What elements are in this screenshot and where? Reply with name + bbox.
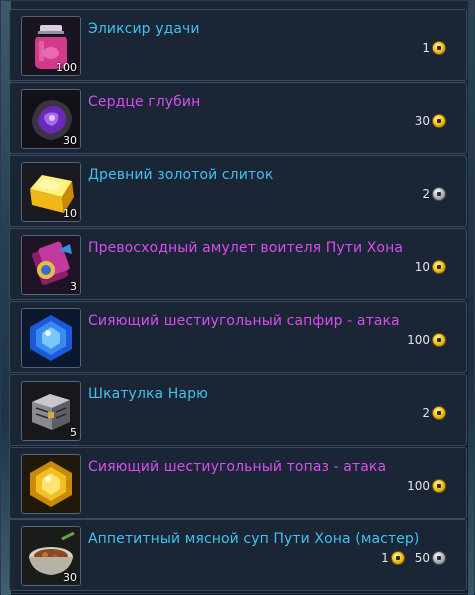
item-count-badge: 30 [63,134,77,147]
item-name: Эликсир удачи [88,21,200,37]
item-price: 1 50 [381,550,446,566]
item-price: 30 [415,113,446,129]
price-amount: 100 [407,333,430,347]
shop-item-heart-of-depths[interactable]: 30 Сердце глубин 30 [9,82,467,154]
item-count-badge: 30 [63,571,77,584]
item-price: 2 [422,186,446,202]
shop-item-meat-soup[interactable]: 30 Аппетитный мясной суп Пути Хона (маст… [9,519,467,591]
gold-coin-icon [432,479,446,493]
item-count-badge: 10 [63,207,77,220]
price-amount-silver: 50 [414,551,430,565]
silver-coin-icon [432,551,446,565]
item-name: Сердце глубин [88,94,201,110]
item-count-badge: 3 [70,280,77,293]
item-name: Превосходный амулет воителя Пути Хона [88,240,404,256]
amulet-icon[interactable]: 3 [21,235,81,295]
shop-item-elixir-of-luck[interactable]: 100 Эликсир удачи 1 [9,9,467,81]
gold-coin-icon [390,551,405,565]
potion-jar-icon[interactable]: 100 [21,16,81,76]
shop-item-radiant-topaz[interactable]: Сияющий шестиугольный топаз - атака 100 [9,447,467,519]
purple-gem-heart-icon[interactable]: 30 [21,89,81,149]
sapphire-icon[interactable] [21,308,81,368]
gold-coin-icon [432,406,446,420]
item-price: 10 [415,259,446,275]
shop-item-naryu-box[interactable]: 5 Шкатулка Нарю 2 [9,374,467,446]
item-price: 1 [422,40,446,56]
gold-coin-icon [432,333,446,347]
item-name: Шкатулка Нарю [88,386,208,402]
item-price: 100 [407,332,446,348]
shop-item-warrior-amulet[interactable]: 3 Превосходный амулет воителя Пути Хона … [9,228,467,300]
price-amount: 30 [414,114,430,128]
shop-item-ancient-gold-ingot[interactable]: 10 Древний золотой слиток 2 [9,155,467,227]
shop-item-list-panel: 100 Эликсир удачи 1 30 Сердце глубин 30 [0,0,475,595]
item-name: Аппетитный мясной суп Пути Хона (мастер) [88,531,420,547]
item-price: 100 [407,478,446,494]
topaz-icon[interactable] [21,454,81,514]
shop-item-radiant-sapphire[interactable]: Сияющий шестиугольный сапфир - атака 100 [9,301,467,373]
item-name: Сияющий шестиугольный сапфир - атака [88,313,400,329]
price-amount: 2 [422,406,430,420]
price-amount: 10 [414,260,430,274]
gold-coin-icon [432,41,446,55]
price-amount-gold: 1 [381,551,389,565]
item-count-badge: 100 [56,61,77,74]
item-price: 2 [422,405,446,421]
gold-coin-icon [432,260,446,274]
chest-box-icon[interactable]: 5 [21,381,81,441]
price-amount: 2 [422,187,430,201]
item-count-badge: 5 [70,426,77,439]
price-amount: 1 [422,41,430,55]
gold-coin-icon [432,114,446,128]
gold-ingot-icon[interactable]: 10 [21,162,81,222]
soup-bowl-icon[interactable]: 30 [21,526,81,586]
item-name: Сияющий шестиугольный топаз - атака [88,459,387,475]
item-name: Древний золотой слиток [88,167,274,183]
price-amount: 100 [407,479,430,493]
silver-coin-icon [432,187,446,201]
background-edge-right [468,1,474,595]
